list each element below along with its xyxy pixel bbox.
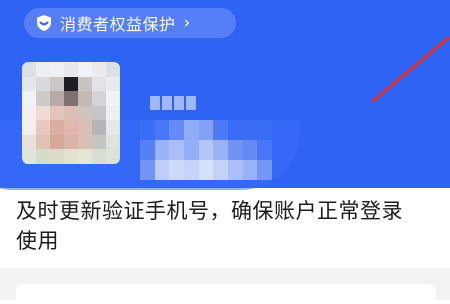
chevron-right-icon: › (183, 13, 191, 33)
consumer-protection-button[interactable]: 消费者权益保护 › (24, 8, 236, 38)
avatar[interactable] (22, 62, 120, 164)
account-header: 消费者权益保护 › (0, 0, 450, 190)
phone-verification-notice: 及时更新验证手机号，确保账户正常登录 使用 (16, 196, 450, 256)
shield-check-icon (34, 13, 54, 33)
annotation-arrow (371, 36, 450, 103)
content-card (16, 284, 436, 304)
consumer-protection-label: 消费者权益保护 (60, 15, 176, 34)
user-info-blurred (140, 120, 272, 180)
username-blurred (150, 96, 196, 110)
notice-line-2: 使用 (16, 229, 59, 253)
notice-line-1: 及时更新验证手机号，确保账户正常登录 (16, 199, 403, 223)
